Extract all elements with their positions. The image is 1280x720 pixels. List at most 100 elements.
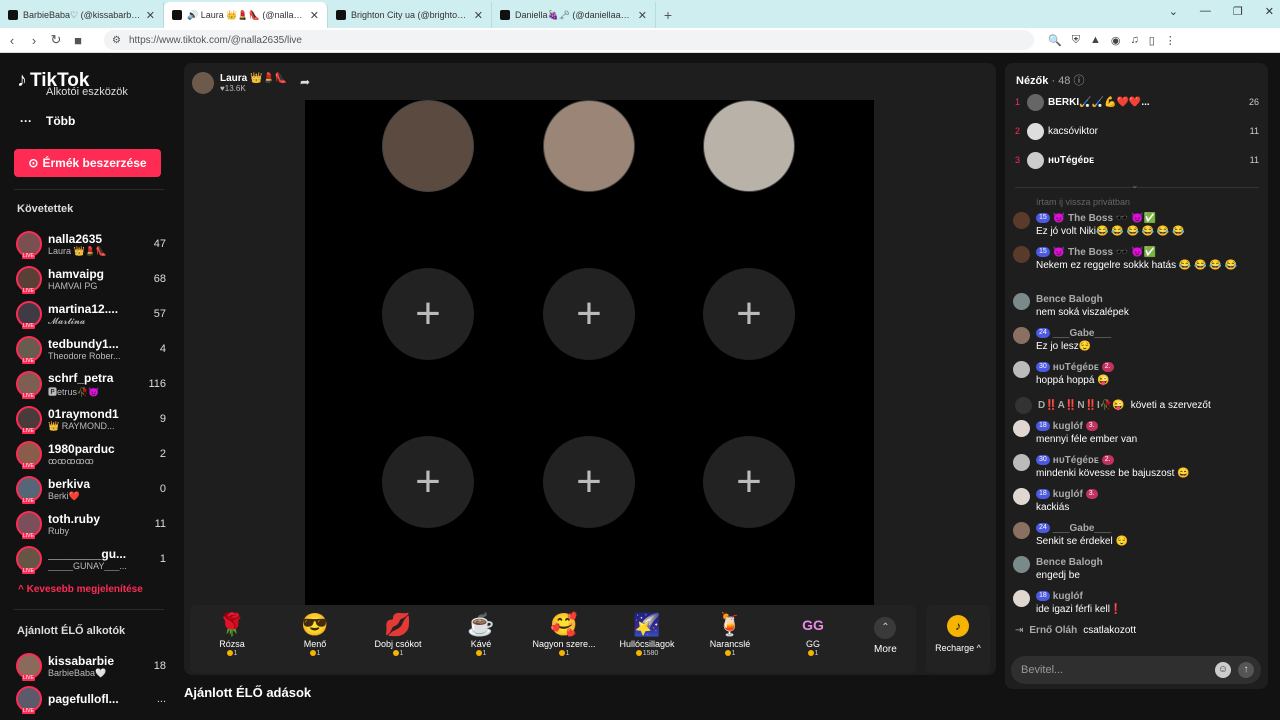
following-item[interactable]: tedbundy1...Theodore Rober...4 xyxy=(16,333,166,365)
more-link[interactable]: ··· Több xyxy=(20,114,75,128)
emoji-icon[interactable]: ☺ xyxy=(1215,662,1231,678)
triangle-icon[interactable]: ▲ xyxy=(1090,34,1101,47)
top-viewer[interactable]: 3 ʜᴜTégéᴅᴇ 11 xyxy=(1015,150,1259,170)
following-item[interactable]: schrf_petra🅿etrus🥀😈116 xyxy=(16,368,166,400)
empty-guest-slot[interactable]: + xyxy=(382,436,474,528)
empty-guest-slot[interactable]: + xyxy=(382,268,474,360)
gift-narancsle[interactable]: 🍹 Narancslé 1 xyxy=(690,611,770,657)
following-item[interactable]: nalla2635Laura 👑💄👠47 xyxy=(16,228,166,260)
guest-video-2[interactable] xyxy=(543,100,635,192)
recommended-item[interactable]: pagefullofl...... xyxy=(16,683,166,715)
chevron-down-icon[interactable]: ⌄ xyxy=(1131,180,1139,191)
more-gifts-button[interactable]: ⌃ More xyxy=(874,617,897,655)
close-window-button[interactable]: ✕ xyxy=(1265,5,1274,18)
level-badge: 24 xyxy=(1036,328,1050,338)
top-viewer[interactable]: 1 BERKI🏑🏑💪❤️❤️... 26 xyxy=(1015,92,1259,112)
host-info[interactable]: Laura 👑💄👠 ♥13.6K xyxy=(192,69,287,97)
sidebar-icon[interactable]: ▯ xyxy=(1149,34,1155,47)
gift-kave[interactable]: ☕ Kávé 1 xyxy=(441,611,521,657)
follow-event: D‼️A‼️N‼️I🥀😜 követi a szervezőt xyxy=(1015,397,1211,414)
forward-icon[interactable]: › xyxy=(24,33,44,48)
host-avatar xyxy=(192,72,214,94)
following-item[interactable]: toth.rubyRuby11 xyxy=(16,508,166,540)
empty-guest-slot[interactable]: + xyxy=(703,268,795,360)
viewer-count: 9 xyxy=(159,413,166,425)
extension-icon[interactable]: ◉ xyxy=(1111,34,1121,47)
recharge-button[interactable]: ♪ Recharge ^ xyxy=(926,605,990,673)
chat-input[interactable]: Bevitel... ☺ ↑ xyxy=(1011,656,1261,684)
chat-message[interactable]: 24 ___Gabe___ Ez jo lesz😌 xyxy=(1013,326,1263,353)
chat-message[interactable]: 24 ___Gabe___ Senkit se érdekel 😌 xyxy=(1013,521,1263,548)
avatar xyxy=(16,231,42,259)
browser-tab[interactable]: BarbieBaba♡ (@kissabarbie) ÉL✕ xyxy=(0,2,164,28)
reload-icon[interactable]: ↻ xyxy=(46,32,66,48)
minimize-button[interactable]: — xyxy=(1200,5,1211,18)
url-field[interactable]: ⚙ https://www.tiktok.com/@nalla2635/live xyxy=(104,30,1034,50)
show-less-link[interactable]: ^ Kevesebb megjelenítése xyxy=(18,584,143,595)
following-item[interactable]: ________gu..._____GUNAY___...1 xyxy=(16,543,166,575)
tab-search-icon[interactable]: ⌄ xyxy=(1169,5,1178,18)
send-icon[interactable]: ↑ xyxy=(1238,662,1254,678)
browser-tab[interactable]: Brighton City ua (@brighton.city) ÉL✕ xyxy=(328,2,492,28)
site-info-icon[interactable]: ⚙ xyxy=(112,35,121,46)
chat-message[interactable]: 15 😈 The Boss 🕶️ 😈✅ Ez jó volt Niki😂 😂 😂 😂… xyxy=(1013,211,1263,238)
browser-tab-bar: BarbieBaba♡ (@kissabarbie) ÉL✕ 🔊 Laura 👑… xyxy=(0,0,1280,28)
chat-message[interactable]: 18 kuglóf ide igazi férfi kell❗ xyxy=(1013,589,1263,616)
empty-guest-slot[interactable]: + xyxy=(543,268,635,360)
avatar xyxy=(16,336,42,364)
tiktok-note-icon: ♪ xyxy=(17,69,27,91)
chat-message[interactable]: 30 ʜᴜTégéᴅᴇ 2. hoppá hoppá 😜 xyxy=(1013,360,1263,387)
chat-message[interactable]: 18 kuglóf 3. kackiás xyxy=(1013,487,1263,514)
maximize-button[interactable]: ❐ xyxy=(1233,5,1243,18)
viewers-header[interactable]: Nézők · 48 ⓘ xyxy=(1016,72,1085,88)
guest-video-1[interactable] xyxy=(382,100,474,192)
viewer-count: 4 xyxy=(159,343,166,355)
close-tab-icon[interactable]: ✕ xyxy=(474,9,483,22)
recommended-item[interactable]: kissabarbieBarbieBaba🤍18 xyxy=(16,650,166,682)
level-badge: 30 xyxy=(1036,362,1050,372)
dots-icon: ··· xyxy=(20,114,32,128)
top-viewer[interactable]: 2 kacsóviktor 11 xyxy=(1015,121,1259,141)
gift-meno[interactable]: 😎 Menő 1 xyxy=(275,611,355,657)
browser-tab-active[interactable]: 🔊 Laura 👑💄👠 (@nalla2635) É✕ xyxy=(164,2,328,28)
avatar xyxy=(1013,556,1030,573)
gift-dobj-csokot[interactable]: 💋 Dobj csókot 1 xyxy=(358,611,438,657)
chat-message[interactable]: 15 😈 The Boss 🕶️ 😈✅ Nekem ez reggelre sokk… xyxy=(1013,245,1263,272)
chat-message[interactable]: Bence Balogh engedj be xyxy=(1013,555,1263,582)
close-tab-icon[interactable]: ✕ xyxy=(638,9,647,22)
following-item[interactable]: 01raymond1👑 RAYMOND...9 xyxy=(16,403,166,435)
shield-icon[interactable]: ⛨ xyxy=(1072,34,1080,47)
gift-gg[interactable]: GG GG 1 xyxy=(773,611,853,657)
guest-video-3[interactable] xyxy=(703,100,795,192)
browser-tab[interactable]: Daniella🍇🗝️ (@daniellaaaa05) ÉL✕ xyxy=(492,2,656,28)
chat-message[interactable]: 18 kuglóf 3. mennyi féle ember van xyxy=(1013,419,1263,446)
gift-nagyon-szeret[interactable]: 🥰 Nagyon szere... 1 xyxy=(524,611,604,657)
bookmark-icon[interactable]: ■ xyxy=(68,33,88,48)
following-item[interactable]: hamvaipgHAMVAI PG68 xyxy=(16,263,166,295)
empty-guest-slot[interactable]: + xyxy=(703,436,795,528)
close-tab-icon[interactable]: ✕ xyxy=(146,9,155,22)
empty-guest-slot[interactable]: + xyxy=(543,436,635,528)
following-item[interactable]: 1980parducꝏꝏꝏꝏꝏ2 xyxy=(16,438,166,470)
gift-hullocsillagok[interactable]: 🌠 Hullócsillagok 1580 xyxy=(607,611,687,657)
address-bar-row: ‹ › ↻ ■ ⚙ https://www.tiktok.com/@nalla2… xyxy=(0,28,1280,53)
tiktok-live-page: ♪ TikTok Alkotói eszközök ··· Több ⊙ Érmék … xyxy=(0,53,1280,720)
juice-icon: 🍹 xyxy=(716,612,744,637)
following-item[interactable]: martina12....𝓜𝓪𝓻𝓽𝓲𝓷𝓪57 xyxy=(16,298,166,330)
coin-icon xyxy=(635,650,642,657)
chat-message[interactable]: 30 ʜᴜTégéᴅᴇ 2. mindenki kövesse be bajuszos… xyxy=(1013,453,1263,480)
music-icon[interactable]: ♫ xyxy=(1130,34,1138,47)
creator-tools-link[interactable]: Alkotói eszközök xyxy=(46,86,128,98)
gift-rozsa[interactable]: 🌹 Rózsa 1 xyxy=(192,611,272,657)
menu-icon[interactable]: ⋮ xyxy=(1165,34,1176,47)
new-tab-button[interactable]: + xyxy=(656,2,680,28)
get-coins-button[interactable]: ⊙ Érmék beszerzése xyxy=(14,149,161,177)
info-icon[interactable]: ⓘ xyxy=(1074,75,1085,87)
close-tab-icon[interactable]: ✕ xyxy=(310,9,319,22)
following-item[interactable]: berkivaBerki❤️0 xyxy=(16,473,166,505)
zoom-icon[interactable]: 🔍 xyxy=(1048,34,1062,47)
chat-message[interactable]: Bence Balogh nem soká viszalépek xyxy=(1013,292,1263,319)
share-icon[interactable]: ➦ xyxy=(300,75,318,93)
divider xyxy=(14,189,164,190)
back-icon[interactable]: ‹ xyxy=(2,33,22,48)
